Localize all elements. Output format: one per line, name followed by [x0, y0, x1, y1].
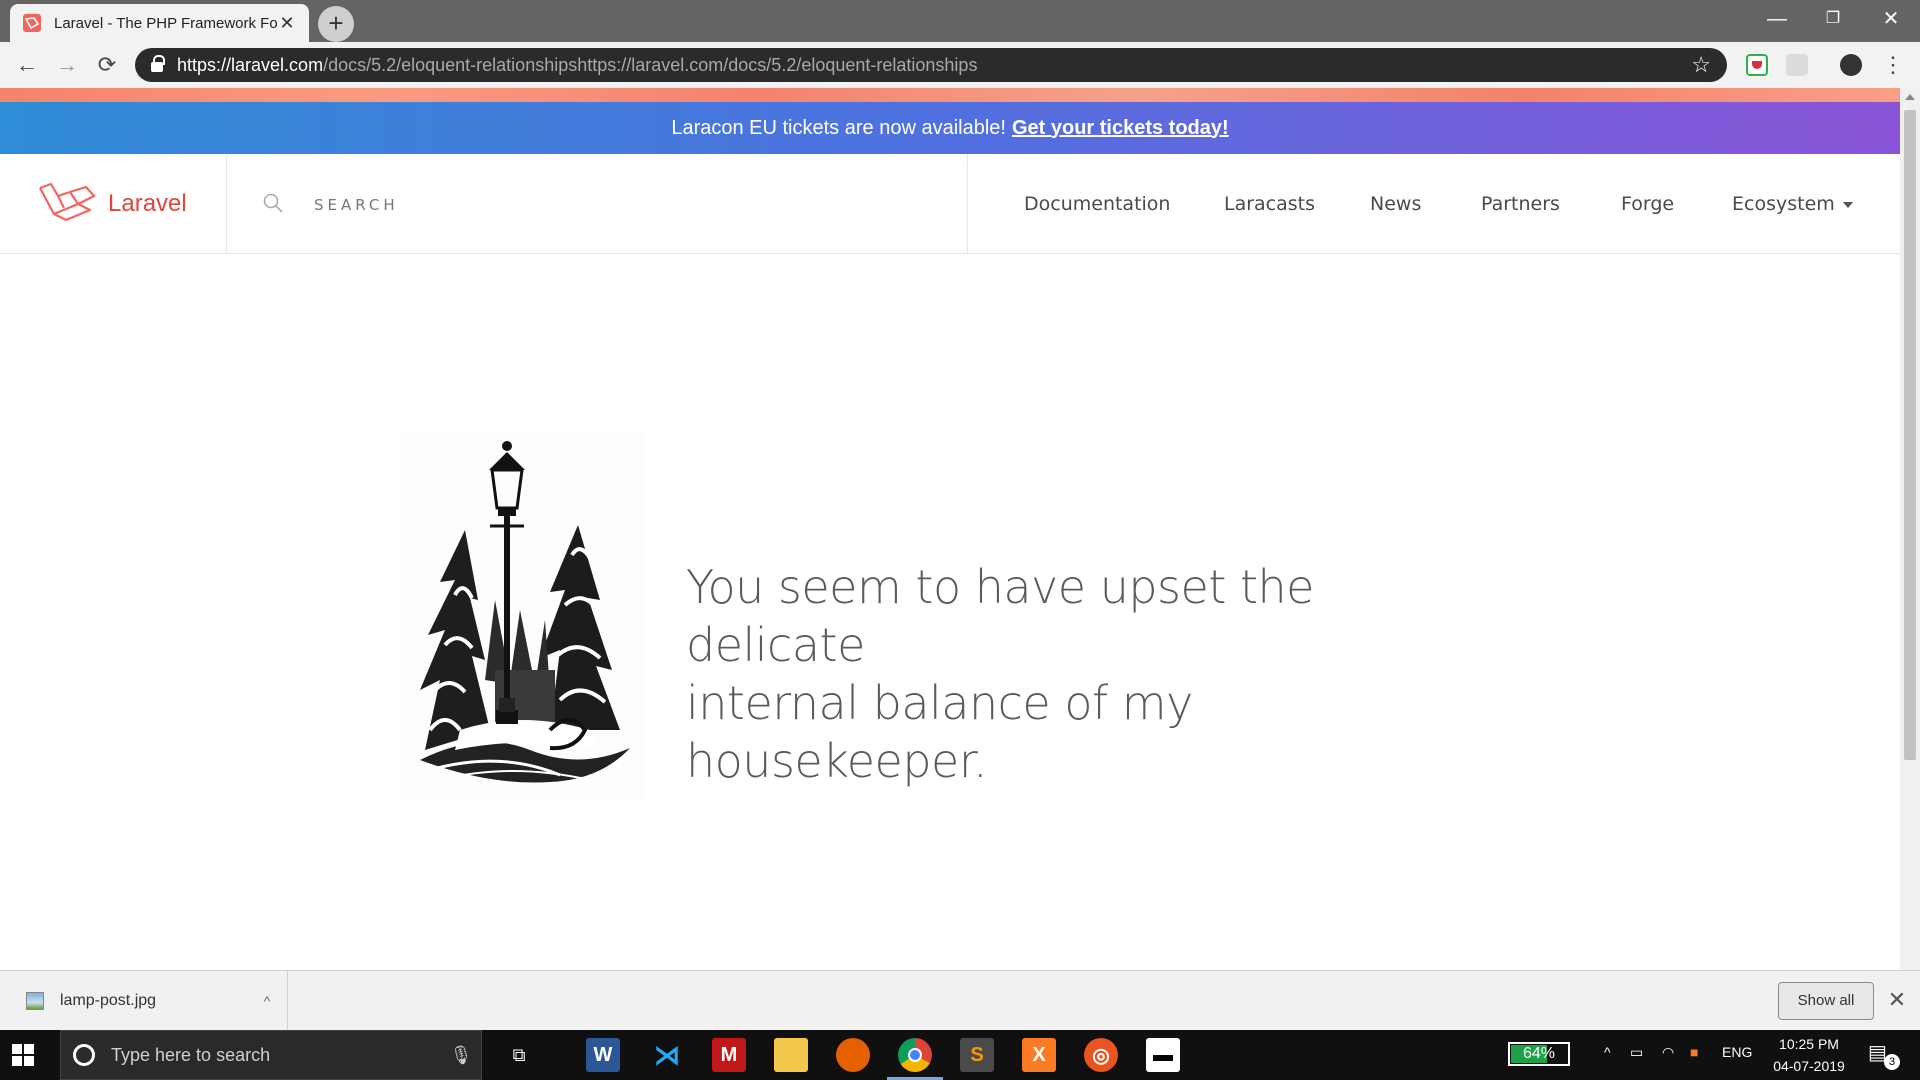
taskbar-clock[interactable]: 10:25 PM 04-07-2019 — [1764, 1033, 1854, 1077]
cortana-icon — [73, 1044, 95, 1066]
nav-partners[interactable]: Partners — [1481, 193, 1560, 215]
laravel-logo[interactable]: Laravel — [38, 182, 187, 226]
tab-close-icon[interactable]: ✕ — [277, 13, 297, 34]
message-line-1: You seem to have upset the delicate — [686, 560, 1314, 672]
image-file-icon — [26, 992, 44, 1010]
notification-count: 3 — [1884, 1054, 1900, 1070]
taskbar-search-box[interactable]: Type here to search 🎙 — [60, 1030, 482, 1080]
site-header: Laravel Documentation Laracasts News Par… — [0, 154, 1900, 254]
address-bar[interactable]: https://laravel.com/docs/5.2/eloquent-re… — [135, 48, 1727, 82]
browser-toolbar: ← → ⟳ https://laravel.com/docs/5.2/eloqu… — [0, 42, 1920, 88]
mcafee-icon[interactable]: M — [712, 1038, 746, 1072]
nav-ecosystem[interactable]: Ecosystem — [1732, 193, 1853, 215]
chevron-up-icon[interactable]: ^ — [247, 993, 287, 1009]
header-divider — [226, 154, 227, 254]
new-tab-button[interactable]: + — [318, 6, 354, 42]
profile-avatar-icon[interactable] — [1840, 54, 1862, 76]
word-icon[interactable]: W — [586, 1038, 620, 1072]
nav-laracasts[interactable]: Laracasts — [1224, 193, 1315, 215]
restore-button[interactable]: ❐ — [1808, 0, 1858, 42]
page-scrollbar[interactable] — [1900, 88, 1920, 970]
nav-forge[interactable]: Forge — [1621, 193, 1674, 215]
announcement-banner: Laracon EU tickets are now available! Ge… — [0, 102, 1900, 154]
tray-chevron-up-icon[interactable]: ^ — [1604, 1044, 1611, 1060]
chevron-down-icon — [1842, 201, 1853, 208]
taskbar-search-placeholder: Type here to search — [111, 1044, 271, 1065]
language-indicator[interactable]: ENG — [1722, 1044, 1752, 1060]
reload-button[interactable]: ⟳ — [92, 50, 122, 80]
xampp-tray-icon[interactable]: ■ — [1690, 1044, 1698, 1060]
scrollbar-thumb[interactable] — [1904, 110, 1916, 760]
task-view-icon[interactable]: ⧉ — [502, 1038, 536, 1072]
windows-taskbar: Type here to search 🎙 ⧉ W ⋊ M S X ◎ ▬ 64… — [0, 1030, 1920, 1080]
ubuntu-icon[interactable]: ◎ — [1084, 1038, 1118, 1072]
tab-strip: Laravel - The PHP Framework For ✕ + — ❐ … — [0, 0, 1920, 42]
notification-center-icon[interactable]: ▤ 3 — [1868, 1040, 1900, 1070]
lock-icon — [151, 55, 165, 72]
nav-news[interactable]: News — [1370, 193, 1421, 215]
back-button[interactable]: ← — [12, 50, 42, 80]
extension-pocket-icon[interactable] — [1746, 54, 1768, 76]
clock-time: 10:25 PM — [1779, 1036, 1839, 1052]
minimize-button[interactable]: — — [1752, 0, 1802, 42]
vscode-icon[interactable]: ⋊ — [650, 1038, 684, 1072]
scroll-up-icon[interactable] — [1905, 94, 1915, 100]
xampp-icon[interactable]: X — [1022, 1038, 1056, 1072]
webpage: Laracon EU tickets are now available! Ge… — [0, 88, 1900, 970]
laravel-logo-icon — [39, 182, 96, 222]
download-file-name: lamp-post.jpg — [60, 992, 157, 1009]
firefox-icon[interactable] — [836, 1038, 870, 1072]
wifi-icon[interactable]: ◠ — [1662, 1044, 1674, 1061]
windows-start-icon[interactable] — [12, 1044, 36, 1066]
video-editor-icon[interactable]: ▬ — [1146, 1038, 1180, 1072]
search-input[interactable] — [314, 190, 914, 220]
extension-grey-icon[interactable] — [1786, 54, 1808, 76]
chrome-icon[interactable] — [898, 1038, 932, 1072]
browser-tab[interactable]: Laravel - The PHP Framework For ✕ — [10, 4, 309, 42]
logo-text: Laravel — [108, 190, 187, 217]
chrome-menu-icon[interactable]: ⋮ — [1878, 50, 1908, 80]
battery-percent: 64% — [1522, 1045, 1556, 1062]
banner-tickets-link[interactable]: Get your tickets today! — [1012, 117, 1229, 140]
sublime-text-icon[interactable]: S — [960, 1038, 994, 1072]
laravel-favicon-icon — [23, 14, 41, 32]
forward-button[interactable]: → — [52, 50, 82, 80]
banner-text: Laracon EU tickets are now available! — [671, 116, 1006, 139]
search-icon — [263, 193, 283, 213]
bookmark-star-icon[interactable]: ☆ — [1691, 52, 1711, 78]
tab-title: Laravel - The PHP Framework For — [54, 14, 277, 32]
file-explorer-icon[interactable] — [774, 1038, 808, 1072]
download-item[interactable]: lamp-post.jpg ^ — [0, 971, 288, 1031]
battery-tray-icon[interactable]: ▭ — [1630, 1044, 1643, 1061]
download-shelf: lamp-post.jpg ^ Show all ✕ — [0, 970, 1920, 1031]
screen: { "browser": { "tab_title": "Laravel - T… — [0, 0, 1920, 1080]
error-message: You seem to have upset the delicate inte… — [686, 558, 1446, 790]
clock-date: 04-07-2019 — [1773, 1058, 1845, 1074]
battery-indicator[interactable]: 64% — [1508, 1042, 1570, 1066]
nav-documentation[interactable]: Documentation — [1024, 193, 1170, 215]
accent-strip — [0, 88, 1900, 102]
microphone-icon[interactable]: 🎙 — [441, 1045, 481, 1066]
url-text[interactable]: https://laravel.com/docs/5.2/eloquent-re… — [177, 55, 1691, 76]
header-divider — [967, 154, 968, 254]
show-all-button[interactable]: Show all — [1778, 982, 1874, 1020]
lamp-post-illustration — [400, 430, 645, 800]
close-shelf-icon[interactable]: ✕ — [1884, 985, 1910, 1015]
close-window-button[interactable]: ✕ — [1866, 0, 1916, 42]
message-line-2: internal balance of my housekeeper. — [686, 676, 1193, 788]
